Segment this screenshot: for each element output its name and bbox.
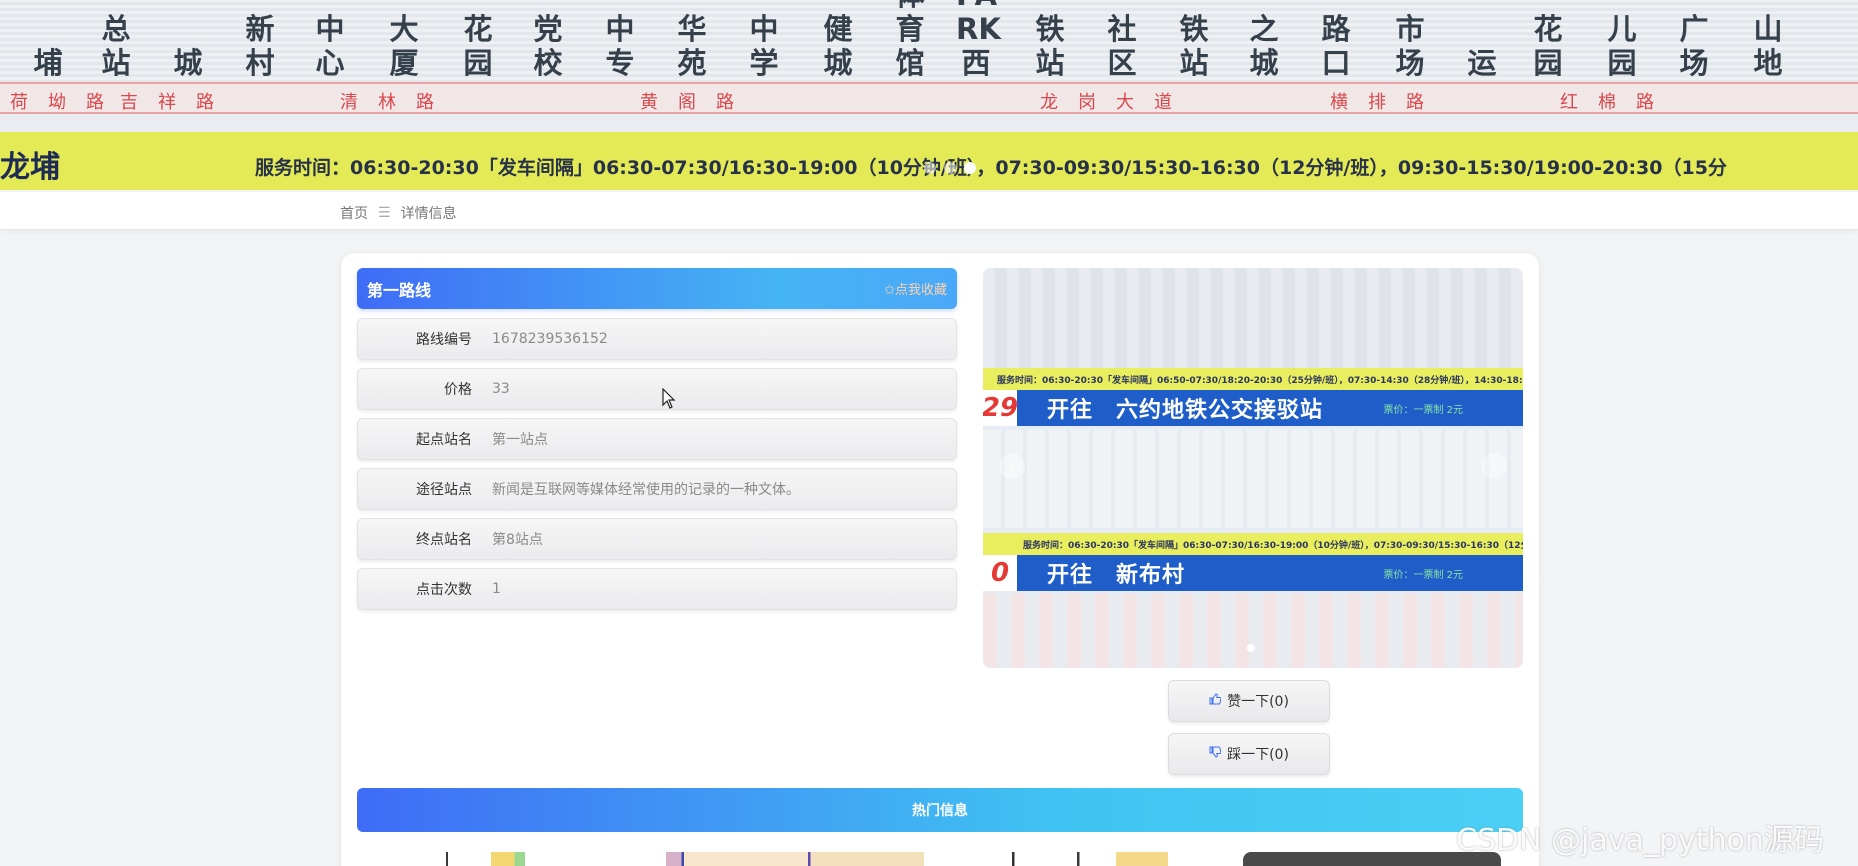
breadcrumb-current: 详情信息 (400, 206, 457, 222)
carousel-line-2: 0 开往 新布村 票价：一票制 2元 (983, 555, 1523, 591)
carousel-next-icon[interactable]: › (1481, 453, 1507, 479)
carousel-line-1-number: 29 (983, 390, 1018, 426)
banner-road-name: 清林路 (340, 92, 454, 113)
carousel-line-2-number: 0 (983, 555, 1017, 591)
carousel-line-2-price: 票价：一票制 2元 (1383, 569, 1463, 581)
field-label: 路线编号 (416, 332, 472, 348)
banner-road-name: 红棉路 (1560, 92, 1674, 113)
dislike-label: 踩一下(0) (1227, 747, 1289, 763)
detail-title: 第一路线 (367, 280, 432, 300)
field-value: 33 (492, 381, 510, 397)
carousel-line-2-dest: 开往 新布村 (1047, 563, 1186, 588)
banner-stop-name: 社区 (1107, 12, 1137, 80)
banner-road-strip: 荷坳路 吉祥路 清林路 黄阁路 龙岗大道 横排路 红棉路 (0, 82, 1858, 114)
field-label: 起点站名 (416, 432, 472, 448)
carousel-pagination (1247, 644, 1255, 652)
breadcrumb-home-link[interactable]: 首页 (340, 203, 368, 223)
banner-stop-name: 山地 (1753, 12, 1783, 80)
field-value: 第一站点 (492, 432, 548, 448)
dislike-button[interactable]: 踩一下(0) (1168, 733, 1330, 775)
banner-stop-name: 铁站 (1035, 12, 1065, 80)
breadcrumb-bar: 首页 ☰ 详情信息 (0, 192, 1858, 230)
like-button[interactable]: 赞一下(0) (1168, 680, 1330, 722)
banner-stop-names: 埔总站城新村中心大厦花园党校中专华苑中学健城体育馆PARK西铁站社区铁站之城路口… (0, 0, 1858, 92)
carousel-service-2: 服务时间：06:30-20:30「发车间隔」06:30-07:30/16:30-… (983, 533, 1523, 555)
favorite-button[interactable]: ✩点我收藏 (884, 279, 947, 298)
top-banner: 埔总站城新村中心大厦花园党校中专华苑中学健城体育馆PARK西铁站社区铁站之城路口… (0, 0, 1858, 190)
field-price: 价格 33 (357, 368, 957, 410)
image-carousel[interactable]: 服务时间：06:30-20:30「发车间隔」06:50-07:30/18:20-… (983, 268, 1523, 668)
field-end-station: 终点站名 第8站点 (357, 518, 957, 560)
banner-stop-name: 广场 (1679, 12, 1709, 80)
banner-service-stop: 龙埔 (0, 150, 60, 185)
banner-stop-name: 体育馆 (895, 0, 925, 80)
carousel-bottom-stops (983, 593, 1523, 668)
banner-road-name: 黄阁路 (640, 92, 754, 113)
thumbs-down-icon (1209, 746, 1222, 762)
like-label: 赞一下(0) (1227, 694, 1289, 710)
banner-stop-name: 党校 (533, 12, 563, 80)
carousel-line-1-dest: 开往 六约地铁公交接驳站 (1047, 398, 1324, 423)
banner-dot-1[interactable] (924, 162, 936, 174)
breadcrumb: 首页 ☰ 详情信息 (340, 203, 457, 223)
hot-info-title: 热门信息 (912, 803, 968, 819)
banner-dot-2[interactable] (944, 162, 956, 174)
banner-road-name: 荷坳路 (10, 92, 124, 113)
banner-stop-name: 路口 (1321, 12, 1351, 80)
banner-stop-name: 新村 (245, 12, 275, 80)
carousel-stop-list (983, 430, 1523, 528)
banner-stop-name: 城 (173, 46, 203, 80)
banner-stop-name: 之城 (1249, 12, 1279, 80)
thumbs-up-icon (1209, 693, 1222, 709)
carousel-dot-1[interactable] (1247, 644, 1255, 652)
field-click-count: 点击次数 1 (357, 568, 957, 610)
banner-stop-name: 大厦 (389, 12, 419, 80)
banner-pagination (924, 162, 976, 174)
banner-stop-name: 儿园 (1607, 12, 1637, 80)
carousel-service-1: 服务时间：06:30-20:30「发车间隔」06:50-07:30/18:20-… (983, 368, 1523, 390)
field-route-number: 路线编号 1678239536152 (357, 318, 957, 360)
carousel-line-1-price: 票价：一票制 2元 (1383, 404, 1463, 416)
field-label: 点击次数 (416, 582, 472, 598)
banner-stop-name: 花园 (463, 12, 493, 80)
banner-stop-name: 华苑 (677, 12, 707, 80)
banner-stop-name: 总站 (101, 12, 131, 80)
field-label: 终点站名 (416, 532, 472, 548)
hot-item-thumbnail[interactable] (666, 852, 924, 866)
carousel-line-1: 29 开往 六约地铁公交接驳站 票价：一票制 2元 (983, 390, 1523, 426)
carousel-prev-icon[interactable]: ‹ (999, 453, 1025, 479)
banner-stop-name: 花园 (1533, 12, 1563, 80)
banner-stop-name: 健城 (823, 12, 853, 80)
banner-service-strip: 龙埔 服务时间：06:30-20:30「发车间隔」06:30-07:30/16:… (0, 132, 1858, 190)
mouse-cursor-icon (662, 388, 676, 409)
banner-stop-name: PARK西 (956, 0, 1001, 80)
hot-item-thumbnail[interactable] (960, 852, 1220, 866)
field-value: 1 (492, 581, 501, 597)
hot-info-header: 热门信息 (357, 788, 1523, 832)
field-value: 新闻是互联网等媒体经常使用的记录的一种文体。 (492, 482, 800, 498)
banner-stop-name: 中学 (749, 12, 779, 80)
banner-stop-name: 中心 (315, 12, 345, 80)
banner-service-text: 服务时间：06:30-20:30「发车间隔」06:30-07:30/16:30-… (255, 157, 1727, 179)
banner-road-name: 横排路 (1330, 92, 1444, 113)
field-value: 第8站点 (492, 532, 543, 548)
csdn-watermark: CSDN @java_python源码 (1456, 823, 1824, 858)
hot-item-thumbnail[interactable] (410, 852, 590, 866)
banner-dot-3[interactable] (964, 162, 976, 174)
carousel-top-stops (983, 268, 1523, 368)
breadcrumb-separator-icon: ☰ (378, 205, 391, 221)
field-start-station: 起点站名 第一站点 (357, 418, 957, 460)
field-label: 途径站点 (416, 482, 472, 498)
field-via-stations: 途径站点 新闻是互联网等媒体经常使用的记录的一种文体。 (357, 468, 957, 510)
banner-stop-name: 运 (1467, 46, 1497, 80)
banner-road-name: 龙岗大道 (1040, 92, 1192, 113)
field-value: 1678239536152 (492, 331, 608, 347)
banner-stop-name: 铁站 (1179, 12, 1209, 80)
banner-stop-name: 中专 (605, 12, 635, 80)
banner-stop-name: 市场 (1395, 12, 1425, 80)
banner-stop-name: 埔 (33, 46, 63, 80)
detail-title-bar: 第一路线 ✩点我收藏 (357, 268, 957, 309)
banner-road-name: 吉祥路 (120, 92, 234, 113)
field-label: 价格 (444, 382, 472, 398)
